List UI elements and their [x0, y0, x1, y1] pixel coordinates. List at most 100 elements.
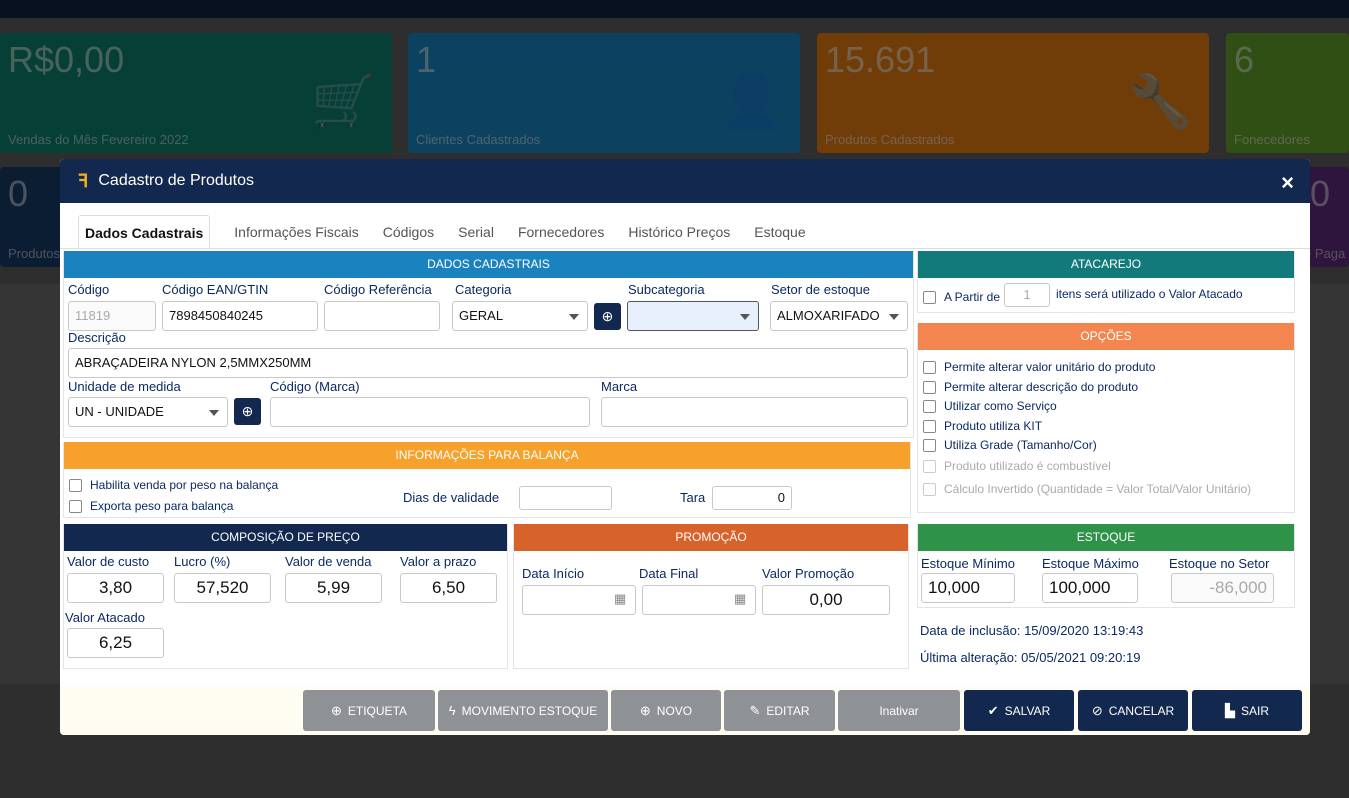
modal-title: Cadastro de Produtos — [98, 172, 255, 189]
button-label: EDITAR — [766, 703, 810, 718]
tab-historico-precos[interactable]: Histórico Preços — [616, 215, 742, 249]
categoria-select[interactable]: GERAL — [452, 301, 588, 331]
checkbox-box[interactable] — [923, 290, 936, 304]
estoque-minimo-label: Estoque Mínimo — [921, 556, 1015, 571]
data-inclusao: Data de inclusão: 15/09/2020 13:19:43 — [920, 623, 1144, 638]
tab-serial[interactable]: Serial — [446, 215, 506, 249]
checkbox-box[interactable] — [923, 380, 936, 394]
plus-icon: ⊕ — [330, 702, 342, 718]
ean-label: Código EAN/GTIN — [162, 282, 269, 297]
opcao-checkbox[interactable]: Permite alterar descrição do produto — [923, 380, 1138, 394]
checkbox-box[interactable] — [923, 360, 936, 374]
section-header: OPÇÕES — [918, 323, 1294, 350]
tab-estoque[interactable]: Estoque — [742, 215, 817, 249]
estoque-minimo-field[interactable]: 10,000 — [921, 573, 1015, 603]
promocao-section: PROMOÇÃO Data Início ▦ Data Final ▦ Valo… — [513, 524, 909, 669]
section-header: INFORMAÇÕES PARA BALANÇA — [64, 442, 910, 469]
editar-button[interactable]: ✎ EDITAR — [724, 690, 835, 731]
checkbox-label: Exporta peso para balança — [90, 499, 234, 513]
valor-venda-label: Valor de venda — [285, 554, 372, 569]
salvar-button[interactable]: ✔ SALVAR — [964, 690, 1074, 731]
descricao-field[interactable]: ABRAÇADEIRA NYLON 2,5MMX250MM — [68, 348, 908, 378]
inativar-button[interactable]: Inativar — [838, 690, 960, 731]
opcao-checkbox[interactable]: Utiliza Grade (Tamanho/Cor) — [923, 438, 1097, 452]
section-header: ESTOQUE — [918, 524, 1294, 551]
dias-validade-label: Dias de validade — [403, 490, 500, 505]
unidade-label: Unidade de medida — [68, 379, 181, 394]
close-icon[interactable]: × — [1281, 170, 1294, 196]
estoque-maximo-label: Estoque Máximo — [1042, 556, 1139, 571]
cancelar-button[interactable]: ⊘ CANCELAR — [1078, 690, 1188, 731]
categoria-label: Categoria — [455, 282, 512, 297]
calendar-icon[interactable]: ▦ — [734, 591, 746, 607]
atacarejo-section: ATACAREJO A Partir de 1 itens será utili… — [917, 251, 1295, 313]
checkbox-label: Habilita venda por peso na balança — [90, 478, 279, 492]
setor-select[interactable]: ALMOXARIFADO — [770, 301, 908, 331]
estoque-maximo-field[interactable]: 100,000 — [1042, 573, 1138, 603]
movimento-estoque-button[interactable]: ϟ MOVIMENTO ESTOQUE — [438, 690, 608, 731]
descricao-label: Descrição — [68, 330, 126, 345]
atacarejo-suffix: itens será utilizado o Valor Atacado — [1056, 287, 1243, 301]
valor-promocao-field[interactable]: 0,00 — [762, 585, 890, 615]
checkbox-box[interactable] — [69, 478, 82, 492]
ean-field[interactable]: 7898450840245 — [162, 301, 318, 331]
sair-button[interactable]: ▙ SAIR — [1192, 690, 1302, 731]
unidade-select[interactable]: UN - UNIDADE — [68, 397, 228, 427]
tara-label: Tara — [680, 490, 706, 505]
check-icon: ✔ — [987, 702, 999, 718]
checkbox-box[interactable] — [923, 419, 936, 433]
etiqueta-button[interactable]: ⊕ ETIQUETA — [303, 690, 435, 731]
lucro-field[interactable]: 57,520 — [174, 573, 271, 603]
add-unidade-button[interactable]: ⊕ — [234, 398, 261, 425]
tara-field[interactable]: 0 — [712, 486, 792, 510]
valor-promocao-label: Valor Promoção — [762, 566, 855, 581]
checkbox-label: Produto utilizado é combustível — [944, 459, 1111, 473]
add-categoria-button[interactable]: ⊕ — [594, 303, 621, 330]
codigo-marca-field[interactable] — [270, 397, 590, 427]
tab-codigos[interactable]: Códigos — [371, 215, 446, 249]
marca-field[interactable] — [601, 397, 908, 427]
composicao-preco-section: COMPOSIÇÃO DE PREÇO Valor de custo 3,80 … — [63, 524, 508, 669]
opcao-checkbox[interactable]: Produto utiliza KIT — [923, 419, 1042, 433]
estoque-setor-field: -86,000 — [1171, 573, 1274, 603]
valor-venda-field[interactable]: 5,99 — [285, 573, 382, 603]
tab-dados-cadastrais[interactable]: Dados Cadastrais — [78, 215, 211, 249]
balanca-section: INFORMAÇÕES PARA BALANÇA Habilita venda … — [63, 442, 911, 518]
dias-validade-field[interactable] — [519, 486, 612, 510]
tab-fornecedores[interactable]: Fornecedores — [506, 215, 616, 249]
opcao-checkbox[interactable]: Utilizar como Serviço — [923, 399, 1057, 413]
checkbox-label: Produto utiliza KIT — [944, 419, 1043, 433]
calendar-icon[interactable]: ▦ — [614, 591, 626, 607]
section-header: DADOS CADASTRAIS — [64, 251, 913, 278]
opcoes-section: OPÇÕES Permite alterar valor unitário do… — [917, 323, 1295, 513]
opcao-checkbox: Produto utilizado é combustível — [923, 459, 1111, 473]
tab-informacoes-fiscais[interactable]: Informações Fiscais — [222, 215, 370, 249]
novo-button[interactable]: ⊕ NOVO — [611, 690, 721, 731]
valor-custo-field[interactable]: 3,80 — [67, 573, 164, 603]
checkbox-box[interactable] — [69, 499, 82, 513]
edit-icon: ✎ — [749, 702, 761, 718]
habilita-peso-checkbox[interactable]: Habilita venda por peso na balança — [69, 478, 278, 492]
dados-cadastrais-section: DADOS CADASTRAIS Código 11819 Código EAN… — [63, 251, 914, 438]
checkbox-label: Utilizar como Serviço — [944, 399, 1057, 413]
data-inicio-label: Data Início — [522, 566, 585, 581]
checkbox-box[interactable] — [923, 438, 936, 452]
button-label: NOVO — [656, 703, 693, 718]
subcategoria-select[interactable] — [627, 301, 759, 331]
referencia-field[interactable] — [324, 301, 440, 331]
tab-divider — [60, 248, 1310, 249]
valor-prazo-field[interactable]: 6,50 — [400, 573, 497, 603]
opcao-checkbox[interactable]: Permite alterar valor unitário do produt… — [923, 360, 1155, 374]
product-modal: ꟻ Cadastro de Produtos × Dados Cadastrai… — [60, 159, 1310, 735]
checkbox-box[interactable] — [923, 399, 936, 413]
valor-atacado-field[interactable]: 6,25 — [67, 628, 164, 658]
referencia-label: Código Referência — [324, 282, 432, 297]
exporta-peso-checkbox[interactable]: Exporta peso para balança — [69, 499, 233, 513]
atacarejo-checkbox[interactable]: A Partir de — [923, 290, 1000, 304]
atacarejo-qty-field[interactable]: 1 — [1004, 283, 1050, 307]
top-bar — [0, 0, 1349, 18]
estoque-setor-label: Estoque no Setor — [1169, 556, 1270, 571]
button-label: SAIR — [1240, 703, 1269, 718]
subcategoria-label: Subcategoria — [628, 282, 705, 297]
section-header: PROMOÇÃO — [514, 524, 908, 551]
